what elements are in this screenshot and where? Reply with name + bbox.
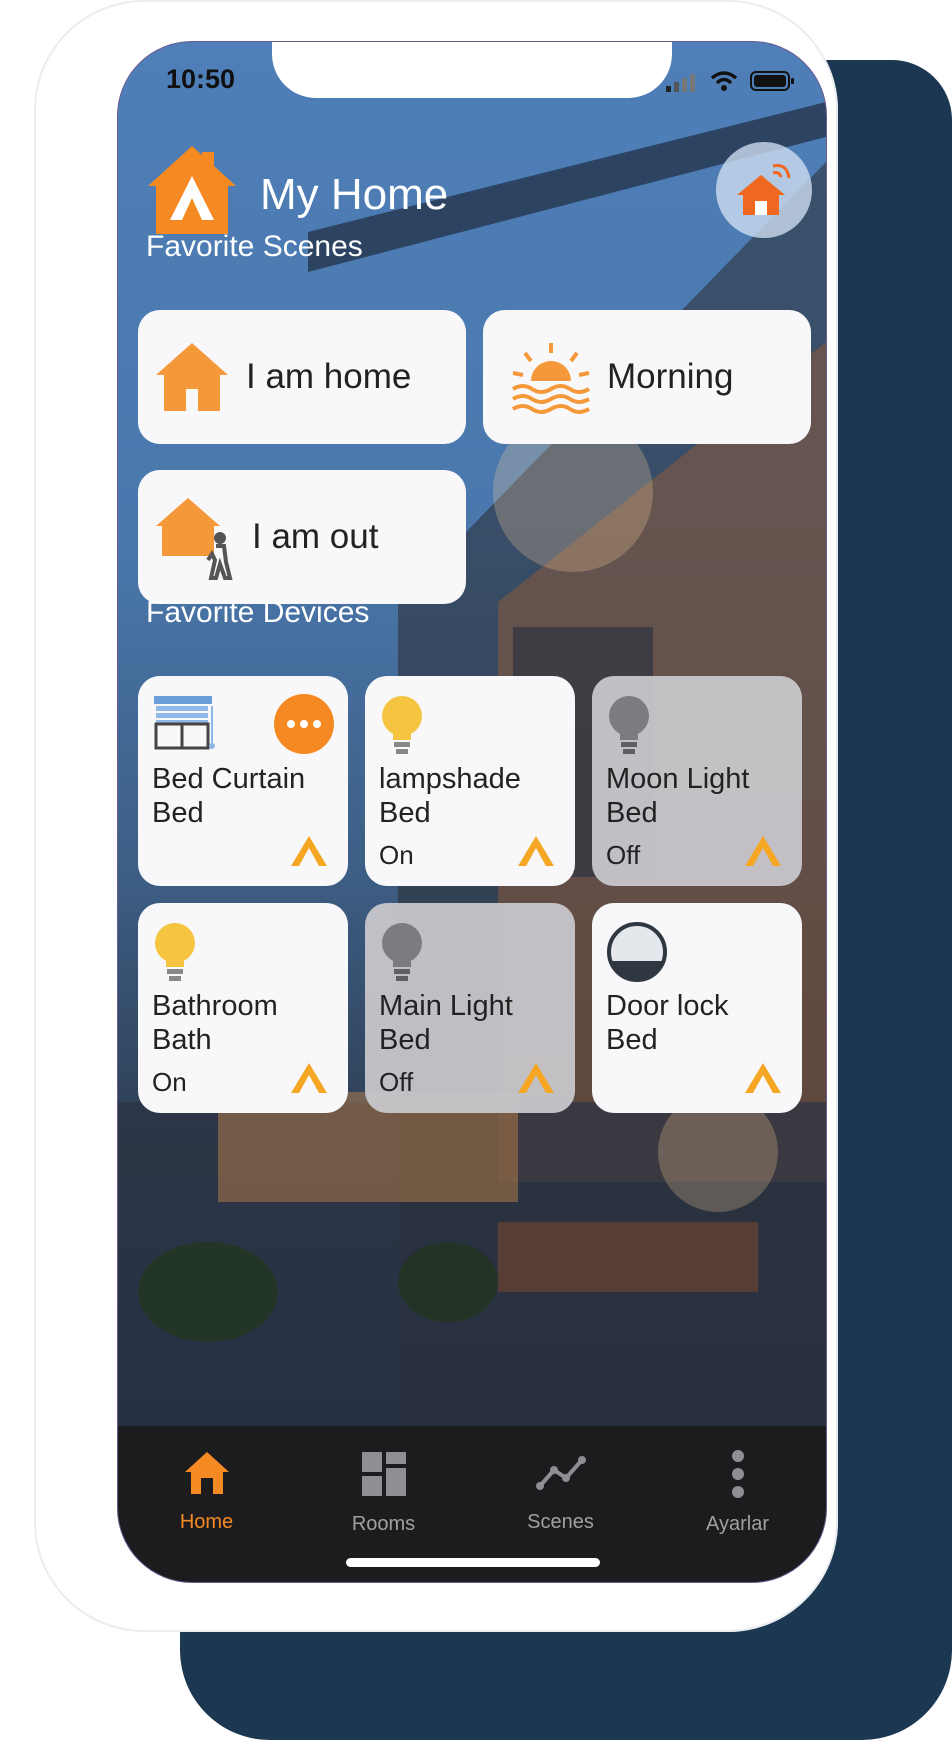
device-name-block: Main Light Bed — [379, 989, 513, 1057]
device-name: lampshade — [379, 763, 521, 795]
device-tile-bed-curtain[interactable]: Bed Curtain Bed — [138, 676, 348, 886]
more-options-button[interactable] — [274, 694, 334, 754]
device-name-block: lampshade Bed — [379, 762, 521, 830]
device-name: Door lock — [606, 990, 729, 1022]
sunrise-icon — [511, 343, 591, 414]
scene-i-am-out[interactable]: I am out — [138, 470, 466, 604]
device-tile-door-lock[interactable]: Door lock Bed — [592, 903, 802, 1113]
tab-scenes[interactable]: Scenes — [472, 1450, 649, 1534]
scene-i-am-home[interactable]: I am home — [138, 310, 466, 444]
brand-logo-icon — [518, 1063, 554, 1093]
status-time: 10:50 — [166, 64, 236, 94]
device-tile-main-light[interactable]: Main Light Bed Off — [365, 903, 575, 1113]
brand-logo-icon — [291, 836, 327, 866]
section-title-devices: Favorite Devices — [146, 596, 370, 629]
scene-morning[interactable]: Morning — [483, 310, 811, 444]
device-name-block: Bed Curtain Bed — [152, 762, 305, 830]
device-tile-lampshade[interactable]: lampshade Bed On — [365, 676, 575, 886]
home-icon — [184, 1452, 229, 1494]
device-room: Bed — [379, 1024, 431, 1056]
tab-home[interactable]: Home — [118, 1450, 295, 1534]
wifi-icon — [710, 71, 738, 91]
home-hub-button[interactable] — [716, 142, 812, 238]
house-person-icon — [156, 498, 233, 580]
device-room: Bath — [152, 1024, 212, 1056]
house-wifi-icon — [737, 164, 791, 215]
tab-label: Scenes — [527, 1511, 594, 1533]
notch — [272, 42, 672, 98]
device-name: Bathroom — [152, 990, 278, 1022]
device-state: Off — [606, 840, 641, 870]
device-tile-moon-light[interactable]: Moon Light Bed Off — [592, 676, 802, 886]
device-state: On — [379, 840, 414, 870]
section-title-scenes: Favorite Scenes — [146, 230, 363, 263]
device-room: Bed — [606, 1024, 658, 1056]
device-tile-bathroom[interactable]: Bathroom Bath On — [138, 903, 348, 1113]
device-name: Main Light — [379, 990, 513, 1022]
device-name-block: Door lock Bed — [606, 989, 729, 1057]
device-name: Bed Curtain — [152, 763, 306, 795]
scenes-graph-icon — [535, 1456, 586, 1490]
lock-icon — [607, 922, 667, 982]
app-logo-icon — [144, 142, 240, 243]
scene-label: Morning — [607, 357, 734, 396]
house-icon — [156, 343, 228, 411]
device-name-block: Moon Light Bed — [606, 762, 750, 830]
brand-logo-icon — [291, 1063, 327, 1093]
curtain-icon — [154, 696, 215, 750]
tab-rooms[interactable]: Rooms — [295, 1450, 472, 1536]
bulb-icon — [155, 923, 195, 981]
scene-label: I am home — [246, 357, 412, 396]
home-indicator[interactable] — [346, 1558, 600, 1567]
device-room: Bed — [152, 797, 204, 829]
brand-logo-icon — [745, 1063, 781, 1093]
rooms-grid-icon — [361, 1452, 406, 1496]
brand-logo-icon — [518, 836, 554, 866]
signal-icon — [666, 74, 695, 92]
bulb-icon — [382, 923, 422, 981]
scene-label: I am out — [252, 517, 379, 556]
bulb-icon — [609, 696, 649, 754]
device-room: Bed — [379, 797, 431, 829]
tab-label: Home — [179, 1511, 234, 1533]
brand-logo-icon — [745, 836, 781, 866]
tab-label: Ayarlar — [706, 1513, 769, 1535]
page-title: My Home — [260, 170, 449, 219]
bulb-icon — [382, 696, 422, 754]
battery-icon — [750, 71, 794, 91]
app-screen: 10:50 My Home Favorite Scenes I am home … — [117, 41, 827, 1583]
device-state: Off — [379, 1067, 414, 1097]
tab-label: Rooms — [351, 1513, 416, 1535]
phone-frame: 10:50 My Home Favorite Scenes I am home … — [34, 0, 838, 1632]
device-name-block: Bathroom Bath — [152, 989, 278, 1057]
status-icons — [666, 70, 796, 92]
tab-settings[interactable]: Ayarlar — [649, 1450, 826, 1536]
device-state: On — [152, 1067, 187, 1097]
device-room: Bed — [606, 797, 658, 829]
more-vertical-icon — [731, 1450, 744, 1498]
device-name: Moon Light — [606, 763, 750, 795]
